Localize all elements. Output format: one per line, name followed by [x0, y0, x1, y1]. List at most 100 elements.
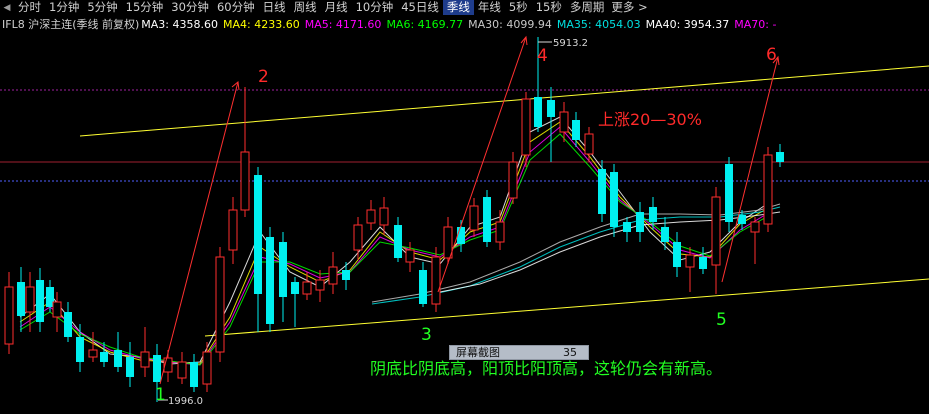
period-tab[interactable]: 5分钟 — [83, 0, 121, 15]
candle-body — [291, 282, 299, 294]
candle-body — [776, 152, 784, 162]
candle-body — [495, 221, 505, 243]
ma-value: MA30: 4099.94 — [468, 17, 552, 31]
candle-body — [254, 175, 262, 294]
screenshot-title: 屏幕截图 — [456, 346, 500, 359]
period-tab[interactable]: 15秒 — [532, 0, 566, 15]
candlesticks — [4, 37, 784, 402]
candle-body — [190, 362, 198, 387]
candle-body — [140, 351, 150, 368]
candle-body — [661, 227, 669, 242]
more-label: 更多 — [611, 0, 635, 14]
period-tab[interactable]: 多周期 — [566, 0, 609, 15]
high-price-label: 5913.2 — [553, 38, 588, 49]
candle-body — [534, 97, 542, 127]
period-tab[interactable]: 1分钟 — [45, 0, 83, 15]
period-tab[interactable]: 月线 — [321, 0, 352, 15]
candle-body — [483, 197, 491, 242]
candle-body — [353, 224, 363, 251]
ma-value: MA70: - — [734, 17, 777, 31]
period-tab[interactable]: 10分钟 — [352, 0, 398, 15]
period-tabs: 分时 1分钟 5分钟 15分钟 30分钟 60分钟 日线 周线 月线 10分钟 45日线 季线 年线 5秒… — [14, 0, 608, 15]
wave-label-2: 2 — [258, 67, 269, 87]
candle-body — [228, 209, 238, 251]
period-tab[interactable]: 季线 — [442, 0, 474, 15]
candle-body — [100, 352, 108, 362]
triangle-left-icon[interactable]: ◀ — [0, 0, 14, 15]
candle-body — [25, 286, 35, 313]
candle-body — [711, 196, 721, 266]
wave-label-5: 5 — [716, 310, 727, 330]
summary-annotation: 阴底比阴底高，阳顶比阳顶高，这轮仍会有新高。 — [370, 359, 722, 378]
candle-body — [177, 361, 187, 379]
candle-body — [673, 242, 681, 267]
arrow-1-2 — [159, 81, 239, 385]
candle-body — [126, 357, 134, 377]
candle-body — [328, 266, 338, 285]
candle-body — [379, 207, 389, 226]
candle-body — [469, 205, 479, 231]
period-tab[interactable]: 周线 — [290, 0, 321, 15]
symbol-title: IFL8 沪深主连(季线 前复权) — [2, 18, 140, 31]
candle-body — [610, 172, 618, 227]
candle-body — [17, 282, 25, 316]
period-tab[interactable]: 年线 — [474, 0, 505, 15]
wave-label-4: 4 — [537, 46, 548, 66]
period-toolbar: ◀ 分时 1分钟 5分钟 15分钟 30分钟 60分钟 日线 周线 月线 10分钟 45日线 季线 年线… — [0, 0, 929, 15]
period-tab[interactable]: 45日线 — [397, 0, 443, 15]
candle-body — [88, 349, 98, 358]
period-tab[interactable]: 5秒 — [505, 0, 532, 15]
ma-values: MA3: 4358.60 MA4: 4233.60 MA5: 4171.60 MA6:… — [141, 18, 781, 31]
candle-body — [215, 256, 225, 353]
candle-body — [279, 242, 287, 297]
candle-body — [725, 164, 733, 222]
ma-value: MA5: 4171.60 — [304, 17, 382, 31]
candle-body — [36, 280, 44, 322]
wave-label-3: 3 — [421, 325, 432, 345]
candle-body — [302, 281, 312, 295]
candle-body — [738, 215, 746, 224]
period-tab[interactable]: 60分钟 — [213, 0, 259, 15]
wave-label-1: 1 — [155, 385, 166, 405]
screenshot-tooltip: 屏幕截图 35 — [449, 345, 589, 360]
candle-body — [547, 100, 555, 117]
candle-body — [114, 350, 122, 367]
ma-value: MA35: 4054.03 — [556, 17, 641, 31]
candle-body — [366, 209, 376, 224]
period-tab[interactable]: 30分钟 — [167, 0, 213, 15]
channel-upper — [79, 65, 929, 137]
candle-body — [508, 161, 518, 199]
candle-body — [763, 154, 773, 225]
candle-body — [394, 225, 402, 258]
candle-body — [266, 237, 274, 324]
candle-body — [315, 279, 325, 291]
candle-body — [699, 257, 707, 269]
rise-annotation: 上涨20—30% — [598, 110, 702, 129]
candle-body — [153, 355, 161, 382]
channel-lower — [204, 278, 929, 337]
chevron-right-icon: > — [637, 0, 648, 14]
candle-body — [443, 226, 453, 259]
candle-body — [750, 221, 760, 233]
candle-body — [598, 169, 606, 214]
candle-body — [76, 337, 84, 362]
candle-body — [202, 351, 212, 385]
more-button[interactable]: 更多 > — [608, 0, 650, 15]
period-tab[interactable]: 日线 — [259, 0, 290, 15]
ma-value: MA6: 4169.77 — [386, 17, 464, 31]
candle-body — [52, 301, 62, 318]
candle-body — [419, 270, 427, 304]
ma-value: MA3: 4358.60 — [141, 17, 218, 31]
ma-value: MA4: 4233.60 — [223, 17, 300, 31]
candle-body — [584, 133, 594, 155]
period-tab[interactable]: 15分钟 — [122, 0, 168, 15]
period-tab[interactable]: 分时 — [14, 0, 45, 15]
candle-body — [405, 249, 415, 263]
low-price-label: 1996.0 — [168, 396, 203, 407]
ma-value: MA40: 3954.37 — [645, 17, 730, 31]
candle-body — [521, 98, 531, 156]
candle-body — [240, 151, 250, 211]
indicator-row: IFL8 沪深主连(季线 前复权) MA3: 4358.60 MA4: 4233.… — [0, 16, 929, 32]
candle-body — [431, 256, 441, 305]
candle-body — [623, 222, 631, 232]
